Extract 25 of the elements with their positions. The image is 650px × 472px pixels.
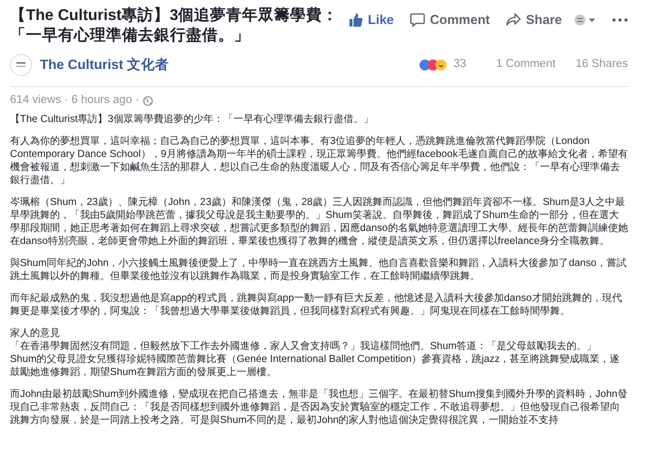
post-paragraph: Shum的父母見證女兒獲得珍妮特國際芭蕾舞比賽（Genée International Ballet Competition）參賽資格，跳jazz，甚至將跳舞變成職業，遂鼓勵她進修舞蹈，期望Shum在舞蹈方面的發展更上一層樓。 [10, 353, 621, 380]
share-arrow-icon [506, 12, 521, 27]
comment-button[interactable]: Comment [406, 10, 494, 30]
post-title: 【The Culturist專訪】3個追夢青年眾籌學費：「一早有心理準備去銀行盡借。」 [10, 6, 340, 46]
reactions-icon[interactable] [419, 59, 450, 71]
post-paragraph: 【The Culturist專訪】3個眾籌學費追夢的少年：「一早有心理準備去銀行盡借。」 [10, 113, 374, 126]
thumbs-up-icon [348, 12, 363, 27]
share-button[interactable]: Share [502, 10, 566, 30]
shares-link[interactable]: 16 Shares [576, 56, 628, 74]
more-options-icon[interactable] [612, 18, 628, 22]
audience-selector-icon[interactable] [574, 14, 596, 26]
speech-bubble-icon [410, 12, 425, 27]
comments-link[interactable]: 1 Comment [496, 56, 556, 74]
page-name-link[interactable]: The Culturist 文化者 [40, 54, 169, 76]
post-paragraph: 而John由最初鼓勵Shum到外國進修，變成現在把自己搭進去，無非是「我也想」三個字。在最初替Shum搜集到國外升學的資料時，John發現自己非常熱衷，反問自己：「我是否同樣想到國外進修舞蹈，是否因為安於實驗室的穩定工作，不敢追尋夢想。」但他發現自己很希望向跳舞方向發展，於是一同踏上投考之路。可是與Shum不同的是，最初John的家人對他這個決定覺得很詫異，一開始並不支持 [10, 388, 628, 428]
reaction-count[interactable]: 33 [453, 56, 466, 74]
post-meta: 614 views · 6 hours ago · [10, 93, 140, 108]
like-button[interactable]: Like [344, 10, 398, 30]
page-logo-icon[interactable] [10, 54, 32, 76]
section-heading: 家人的意見 [10, 327, 61, 340]
post-paragraph: 而年紀最成熟的鬼，我沒想過他是寫app的程式員，跳舞與寫app一動一靜有巨大反差，他憶述是入讀科大後參加danso才開始跳舞的，現代舞更是畢業後才學的，阿鬼說：「我曾想過大學畢業後做舞蹈員，但我同樣對寫程式有興趣。」阿鬼現在同樣在工餘時間學舞。 [10, 292, 623, 318]
post-paragraph: 有人為你的夢想買單，這叫幸福；自己為自己的夢想買單，這叫本事。有3位追夢的年輕人，憑跳舞跳進倫敦當代舞蹈學院（London Contemporary Dance School），9月將修讀為期一年半的碩士課程，現正眾籌學費。他們經facebook毛遂自薦自己的故事給文化者，希望有機會被報道，想刺激一下如鹹魚生活的那群人，想以自己生命的熱度溫暖人心，問及有否信心籌足年半學費，他們說：「一早有心理準備去銀行盡借。」 [10, 135, 628, 188]
post-paragraph: 與Shum同年紀的John，小六接觸土風舞後便愛上了，中學時一直在跳西方土風舞。他自言喜歡音樂和舞蹈，入讀科大後參加了danso，嘗試跳土風舞以外的舞種。但畢業後他並沒有以跳舞作為職業，而是投身實驗室工作，在工餘時間繼續學跳舞。 [10, 257, 628, 284]
post-paragraph: 岑珮榕（Shum，23歲）、陳元樟（John，23歲）和陳漢傑（鬼，28歲）三人因跳舞而認識，但他們舞蹈年資卻不一樣。Shum是3人之中最早學跳舞的，「我由5歲開始學跳芭蕾，據我父母說是我主動要學的。」Shum笑著說。自學舞後，舞蹈成了Shum生命的一部分，但在選大學那段期間，她正思考著如何在舞蹈上尋求突破，想嘗試更多類型的舞蹈，因應danso的名氣她特意選讀理工大學。經長年的芭蕾舞訓練使她在danso特別亮眼，老師更會帶她上外面的舞蹈班，畢業後也獲得了教舞的機會，縱使是讀英文系，但仍選擇以freelance身分全職教舞。 [10, 196, 628, 248]
post-paragraph: 「在香港學舞固然沒有問題，但毅然放下工作去外國進修，家人又會支持嗎？」我這樣問他們。Shum答道：「是父母鼓勵我去的。」 [10, 340, 598, 354]
